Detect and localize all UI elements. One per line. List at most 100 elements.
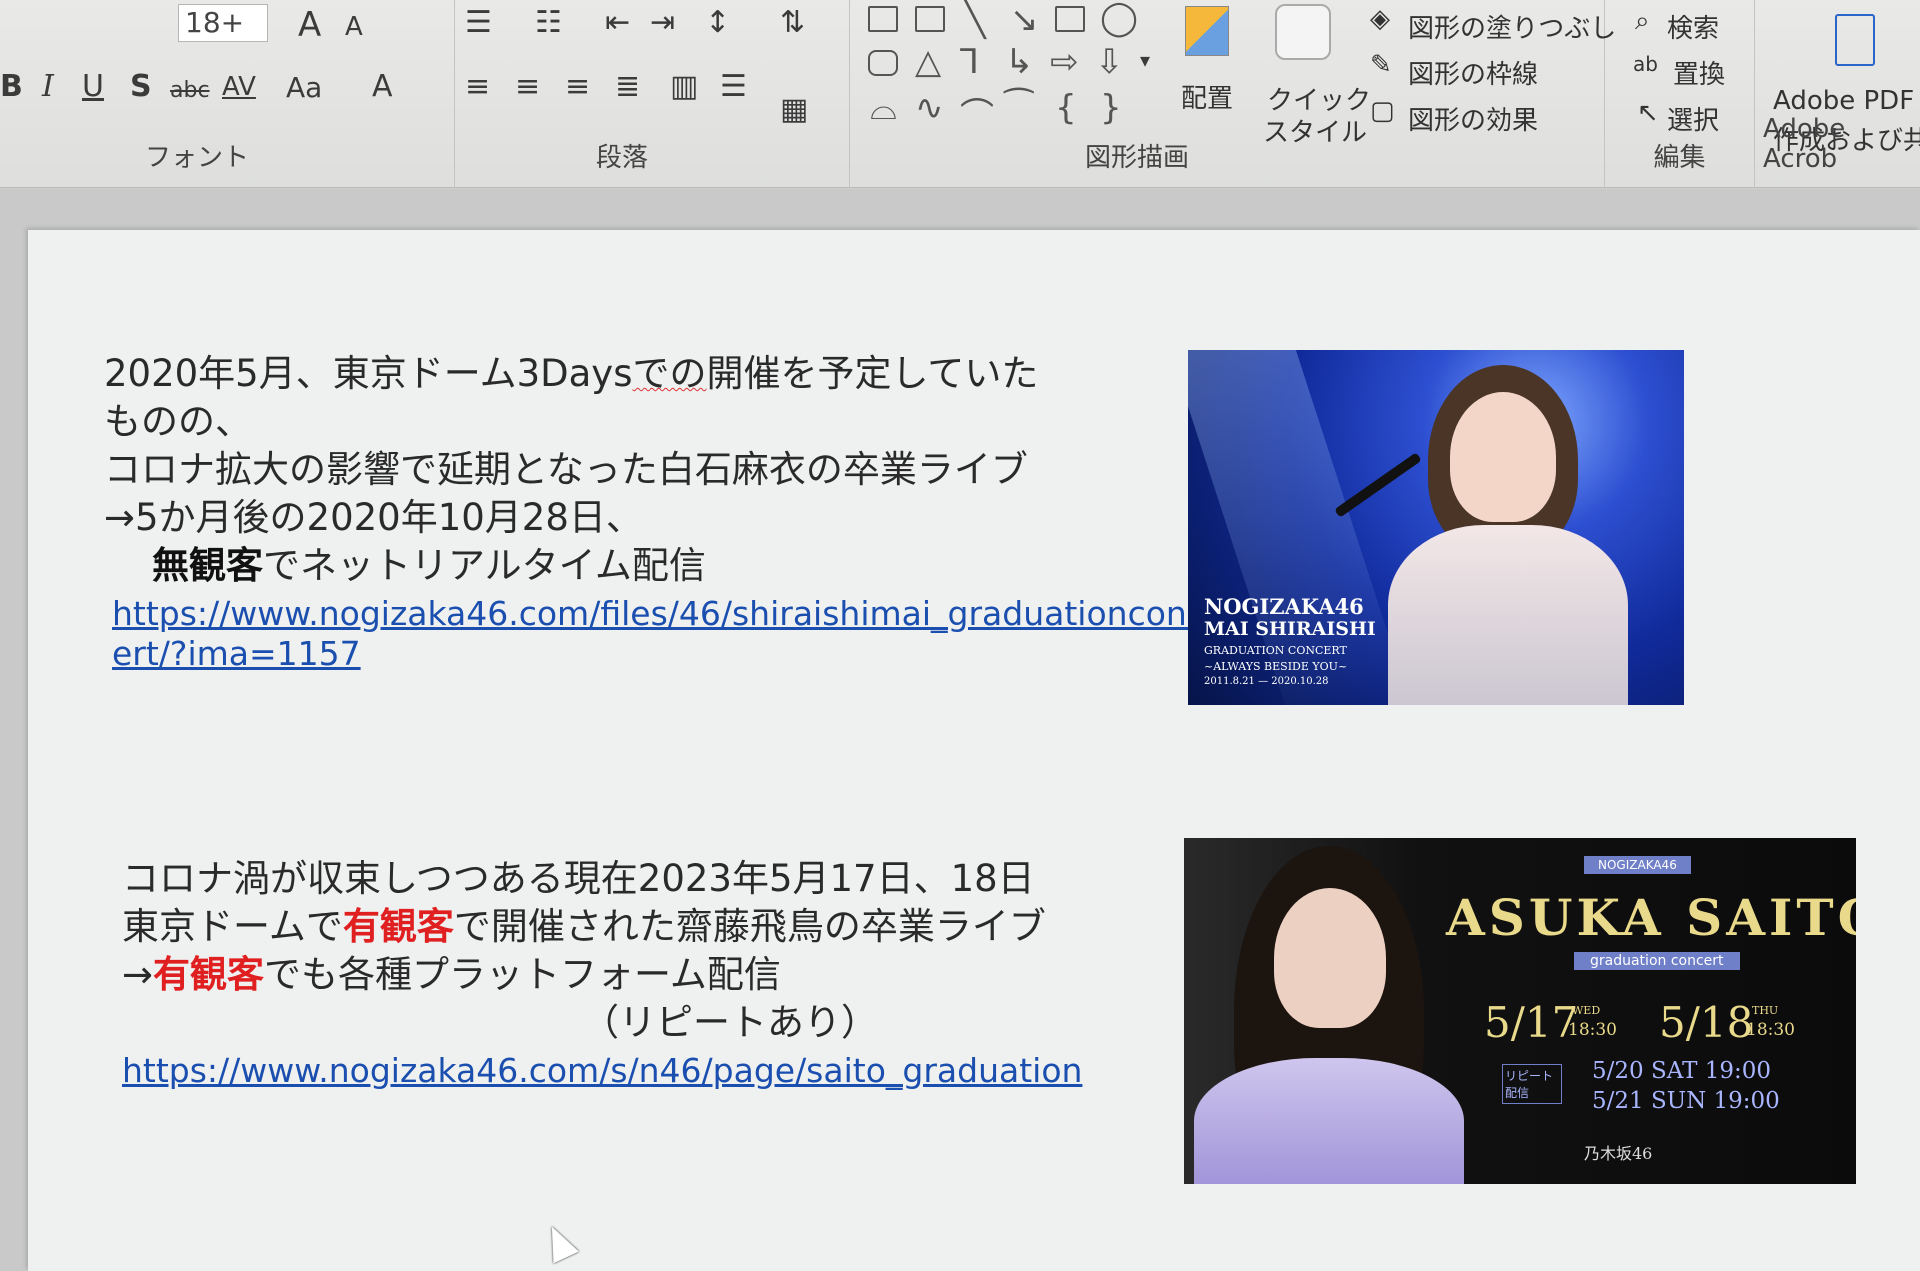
down-arrow-shape-icon[interactable]: ⇩ [1095, 42, 1124, 82]
decrease-indent-icon[interactable]: ⇤ [605, 8, 630, 38]
find-button[interactable]: 検索 [1667, 8, 1719, 45]
oval-shape-icon[interactable]: ◯ [1100, 0, 1138, 38]
img1-line4: ~ALWAYS BESIDE YOU~ [1204, 660, 1348, 673]
right-arrow-shape-icon[interactable]: ⇨ [1050, 42, 1079, 82]
left-brace-shape-icon[interactable]: { [1055, 88, 1077, 128]
pdf-export-icon [1835, 14, 1875, 66]
increase-indent-icon[interactable]: ⇥ [650, 8, 675, 38]
quick-styles-icon [1275, 4, 1331, 60]
quick-styles-button[interactable]: クイック スタイル [1255, 0, 1371, 150]
select-button[interactable]: 選択 [1667, 100, 1719, 137]
block2-line3-rest: でも各種プラットフォーム配信 [264, 953, 781, 996]
select-cursor-icon: ↖ [1637, 98, 1659, 128]
grow-font-button[interactable]: A [298, 8, 321, 42]
font-size-input[interactable]: 18+ [178, 4, 268, 42]
align-left-icon[interactable]: ≡ [465, 72, 490, 102]
arrow-line-shape-icon[interactable]: ↘ [1010, 0, 1039, 40]
shape-effects-button[interactable]: 図形の効果 [1408, 100, 1538, 137]
editing-group: ⌕ 検索 ab 置換 ↖ 選択 編集 [1605, 0, 1755, 188]
font-group: 18+ A A B I U S abc AV Aa A フォント [0, 0, 455, 188]
drawing-group: ╲ ↘ ◯ △ ⅂ ↳ ⇨ ⇩ ⌓ ∿ ⌒ ⁀ { } ▾ 配置 クイック スタ… [850, 0, 1616, 188]
editing-group-label: 編集 [1653, 143, 1706, 173]
text-direction-icon[interactable]: ☰ [720, 72, 747, 102]
text-block-shiraishi[interactable]: 2020年5月、東京ドーム3Daysでの開催を予定していた ものの、 コロナ拡大… [104, 350, 1205, 674]
bullets-icon[interactable]: ☰ [465, 8, 492, 38]
italic-button[interactable]: I [42, 72, 54, 102]
block1-line1-spellcheck: での [632, 352, 707, 395]
right-brace-shape-icon[interactable]: } [1100, 88, 1122, 128]
block1-line5-rest: でネットリアルタイム配信 [263, 544, 706, 587]
shape-outline-button[interactable]: 図形の枠線 [1408, 54, 1538, 91]
columns-icon[interactable]: ▥ [670, 72, 698, 102]
rounded-rectangle-shape-icon[interactable] [868, 50, 898, 76]
scribble-shape-icon[interactable]: ∿ [915, 88, 944, 128]
textbox-shape-icon[interactable] [868, 6, 898, 32]
arc-shape-icon[interactable]: ⌒ [960, 88, 994, 137]
elbow-connector-shape-icon[interactable]: ⅂ [960, 42, 979, 82]
font-color-button[interactable]: A [372, 72, 393, 102]
block1-line4: →5か月後の2020年10月28日、 [104, 496, 643, 539]
justify-icon[interactable]: ≣ [615, 72, 640, 102]
block2-line2-part-a: 東京ドームで [122, 905, 343, 948]
shrink-font-button[interactable]: A [345, 14, 363, 40]
align-center-icon[interactable]: ≡ [515, 72, 540, 102]
gallery-more-icon[interactable]: ▾ [1140, 50, 1150, 70]
arrange-icon [1185, 6, 1229, 56]
saito-concert-banner[interactable]: NOGIZAKA46 ASUKA SAITO graduation concer… [1184, 838, 1856, 1184]
freeform-shape-icon[interactable]: ⌓ [870, 88, 897, 128]
block2-line3: →有観客でも各種プラットフォーム配信 [122, 951, 1082, 999]
block1-line3: コロナ拡大の影響で延期となった白石麻衣の卒業ライブ [104, 448, 1028, 491]
numbering-icon[interactable]: ☷ [535, 8, 562, 38]
vertical-textbox-shape-icon[interactable] [915, 6, 945, 32]
img1-line1: NOGIZAKA46 [1204, 594, 1364, 619]
smartart-icon[interactable]: ▦ [780, 95, 808, 125]
img1-line2: MAI SHIRAISHI [1204, 618, 1376, 640]
shadow-button[interactable]: S [130, 72, 152, 102]
rectangle-shape-icon[interactable] [1055, 6, 1085, 32]
bold-button[interactable]: B [0, 72, 23, 102]
line-shape-icon[interactable]: ╲ [965, 0, 985, 40]
block2-line2: 東京ドームで有観客で開催された齋藤飛鳥の卒業ライブ [122, 903, 1082, 951]
text-block-saito[interactable]: コロナ渦が収束しつつある現在2023年5月17日、18日 東京ドームで有観客で開… [122, 855, 1082, 1091]
saito-link[interactable]: https://www.nogizaka46.com/s/n46/page/sa… [122, 1051, 1082, 1091]
character-spacing-button[interactable]: AV [222, 74, 256, 100]
saito-repeat-label: リピート配信 [1502, 1064, 1562, 1104]
font-group-label: フォント [144, 143, 249, 173]
shape-gallery[interactable]: ╲ ↘ ◯ △ ⅂ ↳ ⇨ ⇩ ⌓ ∿ ⌒ ⁀ { } [860, 0, 1160, 136]
underline-button[interactable]: U [82, 72, 104, 102]
shape-fill-button[interactable]: 図形の塗りつぶし [1408, 8, 1616, 45]
singer-dress [1388, 525, 1628, 705]
saito-outfit [1194, 1058, 1464, 1184]
block1-line2: ものの、 [104, 400, 252, 443]
line-spacing-icon[interactable]: ↕ [705, 8, 730, 38]
curve-shape-icon[interactable]: ⁀ [1005, 88, 1032, 128]
replace-button[interactable]: 置換 [1673, 54, 1725, 91]
paint-bucket-icon: ◈ [1370, 4, 1390, 34]
saito-face [1274, 888, 1386, 1028]
triangle-shape-icon[interactable]: △ [915, 42, 941, 82]
arrange-label: 配置 [1181, 84, 1234, 114]
shiraishi-link-line1[interactable]: https://www.nogizaka46.com/files/46/shir… [104, 594, 1205, 634]
saito-date1-time: 18:30 [1568, 1020, 1617, 1040]
adobe-pdf-label-1: Adobe PDF [1773, 86, 1915, 116]
block2-line2-part-b: で開催された齋藤飛鳥の卒業ライブ [453, 905, 1046, 948]
nogizaka-logo: 乃木坂46 [1584, 1144, 1653, 1163]
align-text-icon[interactable]: ⇅ [780, 8, 805, 38]
no-audience-label: 無観客 [152, 544, 263, 587]
strikethrough-button[interactable]: abc [170, 80, 210, 102]
microphone [1334, 452, 1422, 518]
saito-subtitle: graduation concert [1574, 952, 1740, 970]
change-case-button[interactable]: Aa [286, 74, 322, 102]
saito-date2-time: 18:30 [1746, 1020, 1795, 1040]
img1-line5: 2011.8.21 — 2020.10.28 [1204, 676, 1329, 687]
shiraishi-concert-image[interactable]: NOGIZAKA46 MAI SHIRAISHI GRADUATION CONC… [1188, 350, 1684, 705]
block1-line5: 無観客でネットリアルタイム配信 [104, 542, 1205, 590]
saito-date2-day: THU [1752, 1004, 1779, 1017]
saito-date1: 5/17 [1484, 998, 1579, 1047]
shiraishi-link-line2[interactable]: ert/?ima=1157 [104, 634, 1205, 674]
arrange-button[interactable]: 配置 [1175, 0, 1245, 140]
elbow-arrow-shape-icon[interactable]: ↳ [1005, 42, 1034, 82]
align-right-icon[interactable]: ≡ [565, 72, 590, 102]
search-icon: ⌕ [1635, 6, 1650, 36]
block2-line4: （リピートあり） [582, 1001, 878, 1044]
